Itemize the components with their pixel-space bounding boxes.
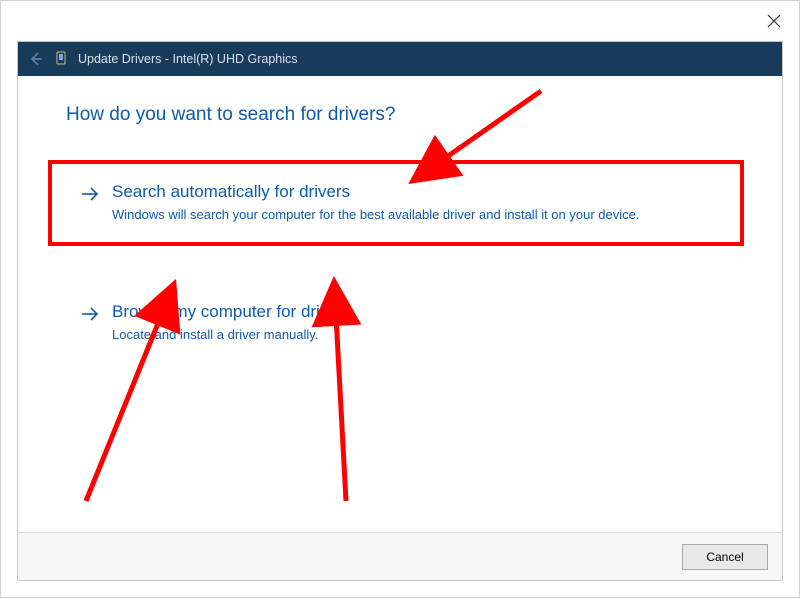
dialog-window: Update Drivers - Intel(R) UHD Graphics H… [17, 41, 783, 581]
option-body: Search automatically for drivers Windows… [112, 182, 716, 224]
dialog-footer: Cancel [18, 532, 782, 580]
page-heading: How do you want to search for drivers? [66, 104, 734, 126]
back-icon[interactable] [28, 51, 44, 67]
option-title: Browse my computer for drivers [112, 302, 720, 322]
option-body: Browse my computer for drivers Locate an… [112, 302, 720, 344]
arrow-right-icon [80, 304, 100, 324]
cancel-button[interactable]: Cancel [682, 544, 768, 570]
titlebar: Update Drivers - Intel(R) UHD Graphics [18, 42, 782, 76]
option-browse-computer[interactable]: Browse my computer for drivers Locate an… [66, 290, 734, 356]
option-description: Locate and install a driver manually. [112, 326, 720, 344]
content-area: How do you want to search for drivers? S… [18, 76, 782, 532]
arrow-right-icon [80, 184, 100, 204]
device-icon [54, 51, 68, 67]
close-icon [767, 14, 781, 28]
app-window: Update Drivers - Intel(R) UHD Graphics H… [0, 0, 800, 598]
option-search-automatically[interactable]: Search automatically for drivers Windows… [48, 160, 744, 246]
window-title: Update Drivers - Intel(R) UHD Graphics [78, 52, 298, 66]
option-title: Search automatically for drivers [112, 182, 716, 202]
close-button[interactable] [749, 1, 799, 41]
option-description: Windows will search your computer for th… [112, 206, 716, 224]
